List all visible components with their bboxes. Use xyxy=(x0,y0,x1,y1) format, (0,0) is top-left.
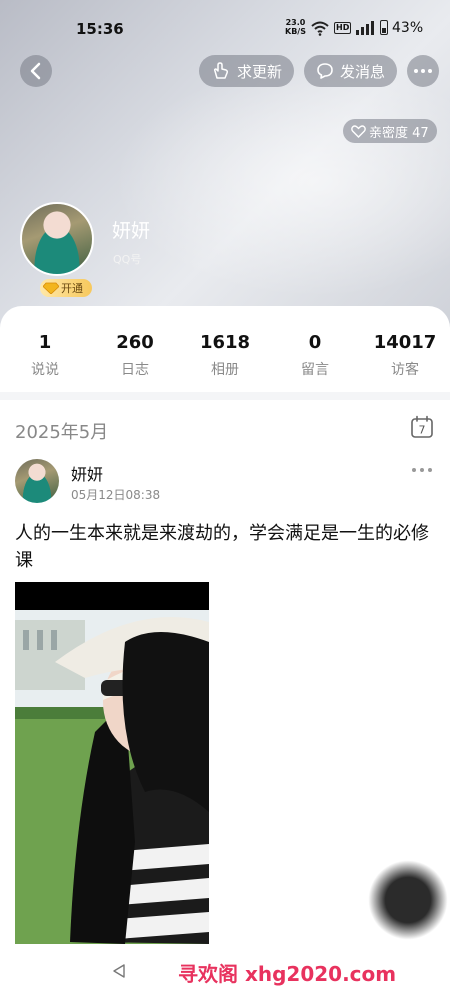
qq-number-label: QQ号 xyxy=(113,253,142,266)
poke-hand-icon xyxy=(213,62,229,79)
send-message-button[interactable]: 发消息 xyxy=(304,55,398,87)
status-bar: 15:36 23.0 KB/S HD 43% xyxy=(0,0,450,56)
hd-badge: HD xyxy=(334,22,352,34)
more-dots-icon xyxy=(414,69,432,73)
intimacy-badge[interactable]: 亲密度 47 xyxy=(343,119,437,143)
profile-avatar[interactable] xyxy=(20,202,94,276)
more-button[interactable] xyxy=(407,55,439,87)
post-author-name[interactable]: 妍妍 xyxy=(71,461,103,485)
photo-image xyxy=(15,610,209,944)
stat-shuoshuo[interactable]: 1 说说 xyxy=(5,332,85,379)
intimacy-label: 亲密度 47 xyxy=(369,125,429,141)
calendar-day: 7 xyxy=(419,424,426,437)
timeline-month: 2025年5月 xyxy=(15,422,109,443)
chat-bubble-icon xyxy=(317,63,333,79)
post-author-avatar[interactable] xyxy=(15,459,59,503)
stats-row: 1 说说 260 日志 1618 相册 0 留言 14017 访客 xyxy=(0,332,450,382)
vip-badge[interactable]: 开通 xyxy=(40,279,92,297)
vip-label: 开通 xyxy=(61,282,83,295)
send-message-label: 发消息 xyxy=(340,62,386,81)
stat-blog[interactable]: 260 日志 xyxy=(95,332,175,379)
heart-icon xyxy=(351,124,366,138)
stat-visitors[interactable]: 14017 访客 xyxy=(365,332,445,379)
request-update-label: 求更新 xyxy=(237,62,283,81)
post-timestamp: 05月12日08:38 xyxy=(71,488,161,502)
diamond-icon xyxy=(43,282,59,294)
signal-icon xyxy=(356,21,374,35)
chevron-left-icon xyxy=(30,62,41,80)
net-speed: 23.0 KB/S xyxy=(285,18,306,36)
profile-nickname: 妍妍 xyxy=(112,220,151,242)
wifi-icon xyxy=(311,21,329,36)
nav-back-icon[interactable] xyxy=(112,963,126,979)
watermark-text: 寻欢阁 xhg2020.com xyxy=(178,962,397,986)
request-update-button[interactable]: 求更新 xyxy=(199,55,295,87)
stat-messages[interactable]: 0 留言 xyxy=(275,332,355,379)
section-divider xyxy=(0,392,450,400)
battery-icon xyxy=(380,20,388,35)
back-button[interactable] xyxy=(20,55,52,87)
post-text: 人的一生本来就是来渡劫的，学会满足是一生的必修课 xyxy=(15,523,429,571)
post-more-icon[interactable] xyxy=(410,465,434,475)
floating-action-button[interactable] xyxy=(368,860,448,940)
calendar-icon[interactable]: 7 xyxy=(410,415,434,439)
stat-album[interactable]: 1618 相册 xyxy=(185,332,265,379)
post-photo[interactable] xyxy=(15,582,209,944)
battery-level: 43% xyxy=(392,20,424,36)
status-time: 15:36 xyxy=(76,20,124,38)
